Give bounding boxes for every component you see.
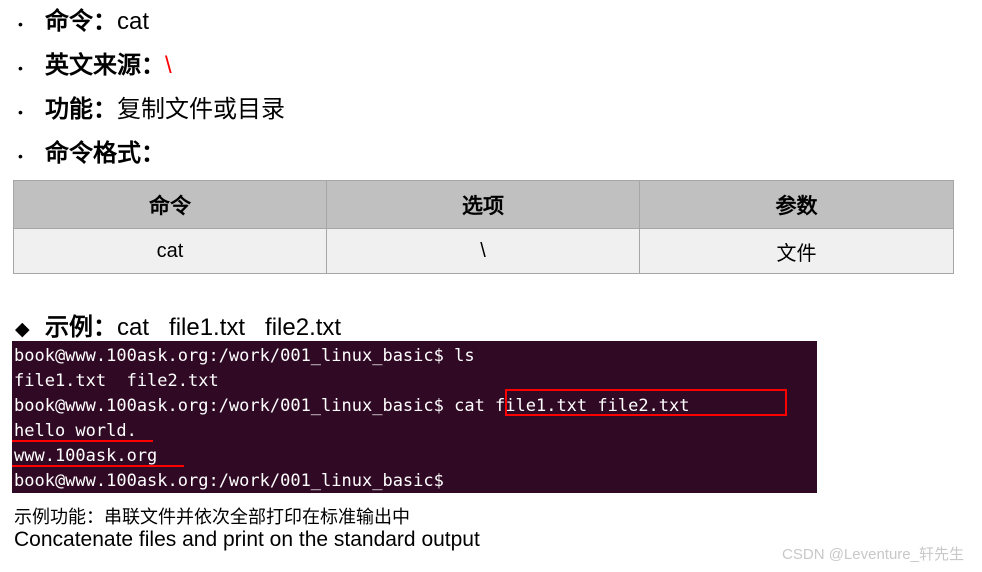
cell-option: \ bbox=[326, 228, 640, 274]
round-bullet-icon: • bbox=[18, 16, 23, 32]
column-header-parameter: 参数 bbox=[639, 180, 954, 229]
list-item: • 命令：cat bbox=[0, 0, 982, 44]
bullet-content: 功能：复制文件或目录 bbox=[45, 88, 285, 132]
note-chinese: 示例功能：串联文件并依次全部打印在标准输出中 bbox=[14, 507, 410, 527]
bullet-label: 英文来源： bbox=[45, 52, 165, 79]
highlight-box-command bbox=[505, 389, 787, 416]
example-label: 示例： bbox=[45, 314, 117, 341]
bullet-value: 复制文件或目录 bbox=[117, 96, 285, 123]
bullet-label: 命令格式： bbox=[45, 140, 165, 167]
list-item: • 功能：复制文件或目录 bbox=[0, 88, 982, 132]
table-header-row: 命令 选项 参数 bbox=[13, 180, 954, 229]
bullet-label: 命令： bbox=[45, 8, 117, 35]
list-item: • 英文来源：\ bbox=[0, 44, 982, 88]
terminal-line: file1.txt file2.txt bbox=[14, 371, 219, 391]
bullet-content: 命令格式： bbox=[45, 132, 165, 176]
example-value: cat file1.txt file2.txt bbox=[117, 314, 342, 341]
terminal-line: book@www.100ask.org:/work/001_linux_basi… bbox=[14, 471, 444, 491]
cell-command: cat bbox=[13, 228, 327, 274]
bullet-value: cat bbox=[117, 8, 150, 35]
watermark: CSDN @Leventure_轩先生 bbox=[782, 546, 964, 563]
note-english: Concatenate files and print on the stand… bbox=[14, 528, 480, 551]
terminal-line: book@www.100ask.org:/work/001_linux_basi… bbox=[14, 346, 475, 366]
highlight-underline-output-1 bbox=[12, 440, 153, 442]
column-header-option: 选项 bbox=[326, 180, 640, 229]
column-header-command: 命令 bbox=[13, 180, 327, 229]
list-item: • 命令格式： bbox=[0, 132, 982, 176]
bullet-label: 功能： bbox=[45, 96, 117, 123]
bullet-content: 命令：cat bbox=[45, 0, 149, 44]
bullet-value: \ bbox=[165, 52, 172, 79]
round-bullet-icon: • bbox=[18, 148, 23, 164]
bullet-content: 英文来源：\ bbox=[45, 44, 172, 88]
bullet-list: • 命令：cat • 英文来源：\ • 功能：复制文件或目录 • 命令格式： bbox=[0, 0, 982, 176]
command-format-table: 命令 选项 参数 cat \ 文件 bbox=[13, 180, 954, 274]
diamond-bullet-icon: ◆ bbox=[15, 319, 30, 340]
round-bullet-icon: • bbox=[18, 60, 23, 76]
highlight-underline-output-2 bbox=[12, 465, 184, 467]
cell-parameter: 文件 bbox=[639, 228, 954, 274]
table-row: cat \ 文件 bbox=[13, 228, 954, 274]
round-bullet-icon: • bbox=[18, 104, 23, 120]
